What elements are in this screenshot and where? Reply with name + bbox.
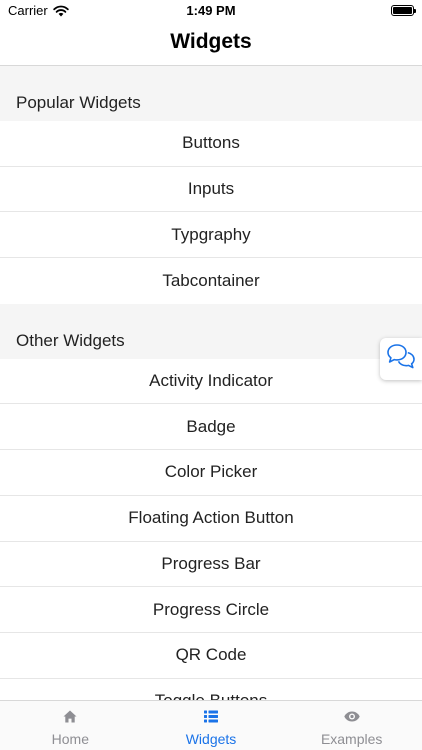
list-item-activity-indicator[interactable]: Activity Indicator — [0, 358, 422, 405]
section-header-other: Other Widgets — [0, 303, 422, 359]
list-item-badge[interactable]: Badge — [0, 404, 422, 451]
tab-home[interactable]: Home — [0, 701, 141, 750]
list-item-inputs[interactable]: Inputs — [0, 166, 422, 213]
tab-widgets-label: Widgets — [185, 731, 237, 747]
list-item-progress-circle[interactable]: Progress Circle — [0, 587, 422, 633]
list-item-progress-bar[interactable]: Progress Bar — [0, 541, 422, 588]
tab-home-label: Home — [51, 731, 90, 747]
tab-examples[interactable]: Examples — [281, 701, 422, 750]
chat-bubbles-icon — [386, 343, 416, 376]
status-bar: Carrier 1:49 PM — [0, 0, 422, 22]
chat-button[interactable] — [380, 338, 422, 380]
tab-examples-label: Examples — [320, 731, 383, 747]
tab-widgets[interactable]: Widgets — [141, 701, 282, 750]
tab-bar: Home Widgets Examples — [0, 700, 422, 750]
list-item-tabcontainer[interactable]: Tabcontainer — [0, 258, 422, 304]
home-icon — [63, 708, 77, 724]
list-item-toggle-buttons[interactable]: Toggle Buttons — [0, 678, 422, 700]
section-header-popular: Popular Widgets — [0, 66, 422, 121]
list-item-floating-action-button[interactable]: Floating Action Button — [0, 495, 422, 542]
list-item-buttons[interactable]: Buttons — [0, 121, 422, 167]
widget-list[interactable]: Popular Widgets Buttons Inputs Typgraphy… — [0, 66, 422, 700]
navigation-bar: Widgets — [0, 22, 422, 66]
list-item-typography[interactable]: Typgraphy — [0, 212, 422, 259]
list-item-color-picker[interactable]: Color Picker — [0, 450, 422, 496]
list-icon — [204, 708, 218, 724]
eye-icon — [343, 708, 360, 724]
page-title: Widgets — [170, 30, 252, 53]
battery-icon — [391, 5, 416, 16]
list-item-qr-code[interactable]: QR Code — [0, 632, 422, 679]
clock: 1:49 PM — [186, 3, 236, 18]
